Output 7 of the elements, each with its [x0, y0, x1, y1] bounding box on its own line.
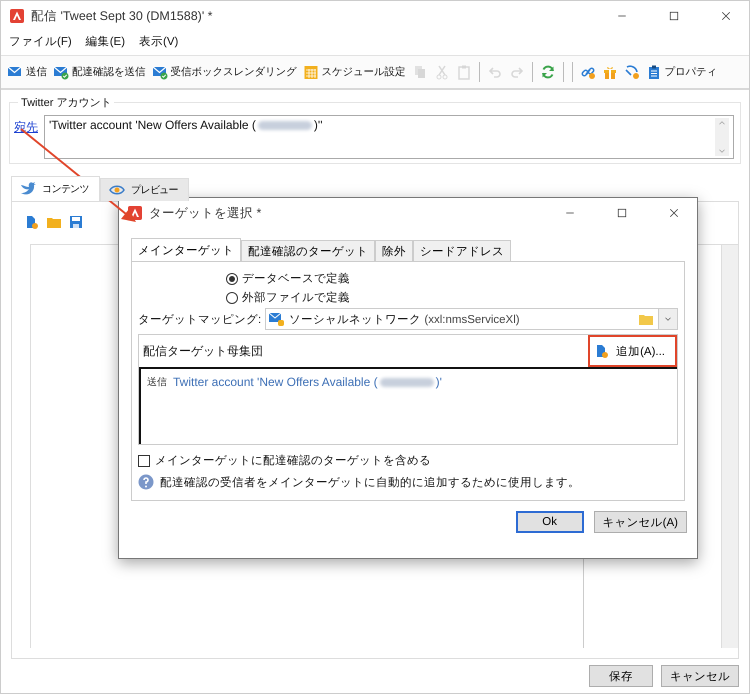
row-type: 送信 — [147, 376, 167, 390]
field-label: ターゲットマッピング: — [138, 312, 262, 327]
group-legend: Twitter アカウント — [18, 95, 114, 110]
window-title: 配信 'Tweet Sept 30 (DM1588)' * — [31, 8, 214, 24]
panel-title: 配信ターゲット母集団 — [143, 342, 263, 360]
dialog-title: ターゲットを選択 * — [149, 204, 262, 222]
help-text: 配達確認の受信者をメインターゲットに自動的に追加するために使用します。 — [160, 475, 580, 490]
